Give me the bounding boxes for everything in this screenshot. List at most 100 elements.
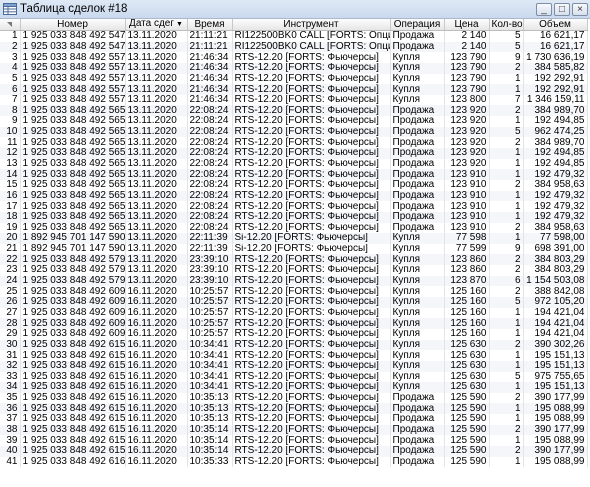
table-row[interactable]: 301 925 033 848 492 615 17416.11.202010:… [0,339,588,351]
header-time[interactable]: Время [187,19,233,31]
operation-cell: Купля [390,307,445,319]
table-row[interactable]: 391 925 033 848 492 615 83516.11.202010:… [0,435,588,446]
table-row[interactable]: 131 925 033 848 492 565 17913.11.202022:… [0,158,588,170]
table-row[interactable]: 261 925 033 848 492 609 24616.11.202010:… [0,297,588,308]
trade-time-cell: 10:34:41 [187,382,233,393]
minimize-button[interactable]: _ [536,3,552,16]
table-row[interactable]: 401 925 033 848 492 615 83616.11.202010:… [0,445,588,457]
header-price[interactable]: Цена [444,19,490,31]
row-index-cell: 19 [0,222,21,234]
table-row[interactable]: 411 925 033 848 492 616 05916.11.202010:… [0,456,588,468]
quantity-cell: 5 [489,297,524,308]
table-header-row: Номер Дата сдег ▼ Время Инструмент Операц… [0,19,588,31]
table-row[interactable]: 101 925 033 848 492 565 17613.11.202022:… [0,126,588,138]
table-row[interactable]: 21 925 033 848 492 547 88113.11.202021:1… [0,41,588,53]
table-row[interactable]: 321 925 033 848 492 615 17616.11.202010:… [0,360,588,372]
table-row[interactable]: 81 925 033 848 492 565 17413.11.202022:0… [0,105,588,117]
trade-number-cell: 1 925 033 848 492 615 836 [20,445,126,457]
maximize-button[interactable]: □ [554,3,570,16]
trade-number-cell: 1 925 033 848 492 557 767 [20,73,126,85]
header-quantity[interactable]: Кол-во [489,19,524,31]
trade-date-cell: 13.11.2020 [125,105,188,117]
table-row[interactable]: 111 925 033 848 492 565 17713.11.202022:… [0,137,588,149]
quantity-cell: 1 [489,318,524,329]
header-date[interactable]: Дата сдег ▼ [125,19,188,31]
table-row[interactable]: 251 925 033 848 492 609 24516.11.202010:… [0,286,588,298]
header-operation[interactable]: Операция [390,19,445,31]
table-row[interactable]: 201 892 945 701 147 590 44813.11.202022:… [0,233,588,244]
table-row[interactable]: 361 925 033 848 492 615 82916.11.202010:… [0,403,588,415]
operation-cell: Купля [390,360,445,372]
table-row[interactable]: 91 925 033 848 492 565 17513.11.202022:0… [0,116,588,127]
instrument-cell: RTS-12.20 [FORTS: Фьючерсы] [232,137,391,149]
operation-cell: Купля [390,52,445,63]
header-corner[interactable] [0,19,21,31]
trade-number-cell: 1 925 033 848 492 609 245 [20,286,126,298]
table-row[interactable]: 241 925 033 848 492 579 07613.11.202023:… [0,275,588,287]
table-row[interactable]: 61 925 033 848 492 557 76813.11.202021:4… [0,84,588,95]
trade-date-cell: 16.11.2020 [125,371,188,383]
volume-cell: 195 151,13 [523,382,588,393]
table-row[interactable]: 161 925 033 848 492 565 18213.11.202022:… [0,190,588,202]
trade-number-cell: 1 892 945 701 147 590 448 [20,233,126,244]
table-row[interactable]: 371 925 033 848 492 615 83016.11.202010:… [0,414,588,425]
table-row[interactable]: 291 925 033 848 492 609 24916.11.202010:… [0,328,588,340]
volume-cell: 192 292,91 [523,84,588,95]
volume-cell: 384 958,63 [523,179,588,191]
close-button[interactable]: × [572,3,588,16]
header-volume[interactable]: Объем [523,19,588,31]
price-cell: 125 630 [444,360,490,372]
trade-number-cell: 1 925 033 848 492 609 249 [20,328,126,340]
quantity-cell: 1 [489,158,524,170]
instrument-cell: RTS-12.20 [FORTS: Фьючерсы] [232,371,391,383]
instrument-cell: RTS-12.20 [FORTS: Фьючерсы] [232,84,391,95]
header-number[interactable]: Номер [20,19,126,31]
table-row[interactable]: 351 925 033 848 492 615 82816.11.202010:… [0,392,588,404]
price-cell: 125 160 [444,307,490,319]
table-row[interactable]: 341 925 033 848 492 615 17816.11.202010:… [0,382,588,393]
table-row[interactable]: 231 925 033 848 492 579 07513.11.202023:… [0,265,588,276]
instrument-cell: RTS-12.20 [FORTS: Фьючерсы] [232,169,391,180]
close-icon: × [577,4,583,15]
row-index-cell: 37 [0,414,21,425]
row-index-cell: 22 [0,254,21,266]
trade-time-cell: 22:08:24 [187,126,233,138]
row-index-cell: 3 [0,52,21,63]
trades-table-panel[interactable]: Номер Дата сдег ▼ Время Инструмент Операц… [0,19,590,487]
table-row[interactable]: 171 925 033 848 492 565 18313.11.202022:… [0,201,588,212]
volume-cell: 962 474,25 [523,126,588,138]
table-row[interactable]: 51 925 033 848 492 557 76713.11.202021:4… [0,73,588,85]
trade-time-cell: 10:35:14 [187,435,233,446]
table-row[interactable]: 281 925 033 848 492 609 24816.11.202010:… [0,318,588,329]
table-row[interactable]: 221 925 033 848 492 579 07413.11.202023:… [0,254,588,266]
quantity-cell: 1 [489,350,524,361]
quantity-cell: 2 [489,265,524,276]
table-row[interactable]: 381 925 033 848 492 615 83116.11.202010:… [0,424,588,436]
trade-number-cell: 1 925 033 848 492 615 830 [20,414,126,425]
table-row[interactable]: 151 925 033 848 492 565 18113.11.202022:… [0,179,588,191]
trade-date-cell: 13.11.2020 [125,62,188,74]
table-row[interactable]: 141 925 033 848 492 565 18013.11.202022:… [0,169,588,180]
operation-cell: Купля [390,254,445,266]
table-row[interactable]: 41 925 033 848 492 557 76613.11.202021:4… [0,62,588,74]
price-cell: 125 590 [444,414,490,425]
table-row[interactable]: 31 925 033 848 492 557 76513.11.202021:4… [0,52,588,63]
trade-time-cell: 21:11:21 [187,30,233,42]
table-row[interactable]: 211 892 945 701 147 590 44913.11.202022:… [0,243,588,255]
table-row[interactable]: 121 925 033 848 492 565 17813.11.202022:… [0,148,588,159]
table-row[interactable]: 331 925 033 848 492 615 17716.11.202010:… [0,371,588,383]
table-row[interactable]: 191 925 033 848 492 565 18513.11.202022:… [0,222,588,234]
trade-date-cell: 13.11.2020 [125,30,188,42]
window-titlebar[interactable]: Таблица сделок #18 _ □ × [0,0,590,19]
table-row[interactable]: 181 925 033 848 492 565 18413.11.202022:… [0,211,588,223]
operation-cell: Купля [390,382,445,393]
operation-cell: Купля [390,84,445,95]
table-row[interactable]: 11 925 033 848 492 547 88013.11.202021:1… [0,30,588,42]
table-row[interactable]: 271 925 033 848 492 609 24716.11.202010:… [0,307,588,319]
volume-cell: 192 494,85 [523,116,588,127]
operation-cell: Купля [390,328,445,340]
table-row[interactable]: 71 925 033 848 492 557 76913.11.202021:4… [0,94,588,106]
header-instrument[interactable]: Инструмент [232,19,391,31]
row-index-cell: 21 [0,243,21,255]
table-row[interactable]: 311 925 033 848 492 615 17516.11.202010:… [0,350,588,361]
